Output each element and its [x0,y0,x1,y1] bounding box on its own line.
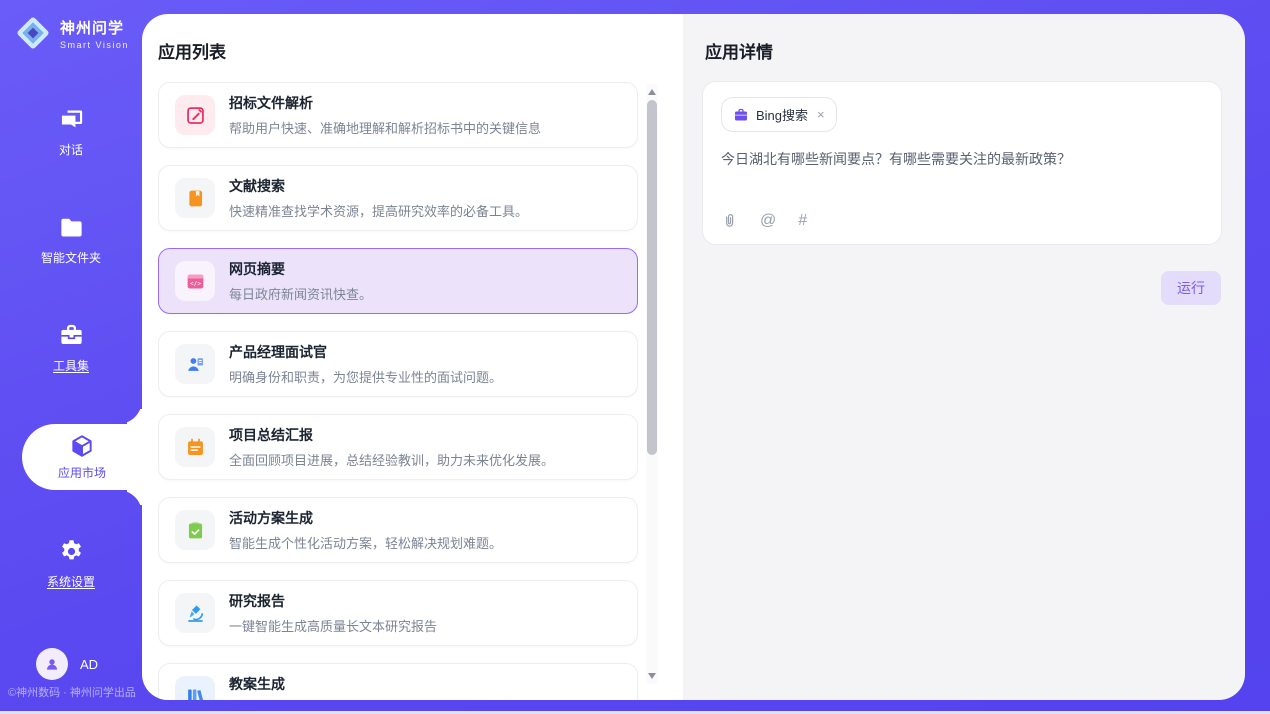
books-icon [185,686,206,701]
gear-icon [58,538,85,565]
input-toolbar: @ # [721,212,1203,229]
app-card[interactable]: 活动方案生成 智能生成个性化活动方案，轻松解决规划难题。 [158,497,638,563]
sidebar-item-chat[interactable]: 对话 [0,106,142,158]
app-card[interactable]: 产品经理面试官 明确身份和职责，为您提供专业性的面试问题。 [158,331,638,397]
app-card-description: 快速精准查找学术资源，提高研究效率的必备工具。 [229,201,528,220]
app-icon-tile [175,95,215,135]
app-card[interactable]: 招标文件解析 帮助用户快速、准确地理解和解析招标书中的关键信息 [158,82,638,148]
app-list: 招标文件解析 帮助用户快速、准确地理解和解析招标书中的关键信息 文献搜索 快速精… [158,82,638,700]
app-card-selected[interactable]: </> 网页摘要 每日政府新闻资讯快查。 [158,248,638,314]
book-icon [185,188,206,209]
app-icon-tile [175,427,215,467]
app-list-scrollbar[interactable] [646,84,658,684]
brand-subtitle: Smart Vision [60,40,129,50]
sidebar-item-label: 工具集 [53,357,89,374]
app-card[interactable]: 教案生成 模板驱动，教案秒成，教学准备从此轻松快捷 [158,663,638,700]
content-area: 应用列表 招标文件解析 帮助用户快速、准确地理解和解析招标书中的关键信息 文献搜… [142,14,1245,700]
app-icon-tile [175,510,215,550]
scroll-down-arrow-icon[interactable] [648,673,656,679]
paperclip-icon[interactable] [721,212,738,229]
copyright-footer: ©神州数码 · 神州问学出品 [8,684,136,700]
sidebar-item-label: 对话 [59,141,83,158]
app-card-description: 一键智能生成高质量长文本研究报告 [229,616,437,635]
app-detail-panel: 应用详情 Bing搜索 × 今日湖北有哪些新闻要点？有哪些需要关注的最新政策？ … [683,14,1245,700]
app-card-title: 活动方案生成 [229,508,502,528]
app-card-title: 教案生成 [229,674,489,694]
chat-icon [58,106,85,133]
app-icon-tile [175,178,215,218]
app-list-panel: 应用列表 招标文件解析 帮助用户快速、准确地理解和解析招标书中的关键信息 文献搜… [142,14,683,700]
prompt-card: Bing搜索 × 今日湖北有哪些新闻要点？有哪些需要关注的最新政策？ @ # [702,81,1222,245]
hash-icon[interactable]: # [798,213,807,229]
sidebar: 神州问学 Smart Vision 对话 智能文件夹 工具集 应用市场 系统设置… [0,0,142,711]
cube-icon [69,433,95,459]
sidebar-item-settings[interactable]: 系统设置 [0,538,142,590]
app-card-description: 明确身份和职责，为您提供专业性的面试问题。 [229,367,502,386]
svg-text:</>: </> [189,280,201,287]
prompt-input[interactable]: 今日湖北有哪些新闻要点？有哪些需要关注的最新政策？ [721,149,1203,170]
app-card-description: 模板驱动，教案秒成，教学准备从此轻松快捷 [229,699,489,700]
app-card[interactable]: 项目总结汇报 全面回顾项目进展，总结经验教训，助力未来优化发展。 [158,414,638,480]
sidebar-item-market-active[interactable]: 应用市场 [22,424,142,490]
tool-chip-bing-search[interactable]: Bing搜索 × [721,97,837,132]
person-doc-icon [185,354,206,375]
app-list-title: 应用列表 [158,38,226,63]
app-background: 神州问学 Smart Vision 对话 智能文件夹 工具集 应用市场 系统设置… [0,0,1270,714]
briefcase-icon [733,107,749,123]
scroll-up-arrow-icon[interactable] [648,89,656,95]
tool-chip-label: Bing搜索 [756,105,808,124]
sidebar-item-label: 智能文件夹 [41,249,101,266]
brand: 神州问学 Smart Vision [14,14,129,52]
app-card-description: 帮助用户快速、准确地理解和解析招标书中的关键信息 [229,118,541,137]
app-card-description: 全面回顾项目进展，总结经验教训，助力未来优化发展。 [229,450,554,469]
app-card-description: 每日政府新闻资讯快查。 [229,284,372,303]
clipboard-check-icon [185,520,206,541]
app-icon-tile [175,344,215,384]
app-card[interactable]: 研究报告 一键智能生成高质量长文本研究报告 [158,580,638,646]
microscope-icon [185,603,206,624]
sidebar-item-label: 系统设置 [47,573,95,590]
app-detail-title: 应用详情 [705,38,773,63]
brand-logo-diamond-icon [14,14,52,52]
app-card[interactable]: 文献搜索 快速精准查找学术资源，提高研究效率的必备工具。 [158,165,638,231]
user-account[interactable]: AD [36,648,98,680]
close-icon[interactable]: × [817,108,825,121]
app-card-title: 项目总结汇报 [229,425,554,445]
sidebar-item-folders[interactable]: 智能文件夹 [0,214,142,266]
user-label: AD [80,657,98,672]
avatar [36,648,68,680]
pen-square-icon [185,105,206,126]
sidebar-item-label: 应用市场 [58,464,106,481]
run-button[interactable]: 运行 [1161,271,1221,305]
sidebar-item-tools[interactable]: 工具集 [0,322,142,374]
app-icon-tile: </> [175,261,215,301]
toolbox-icon [58,322,85,349]
app-icon-tile [175,676,215,700]
folder-icon [58,214,85,241]
app-card-description: 智能生成个性化活动方案，轻松解决规划难题。 [229,533,502,552]
app-card-title: 招标文件解析 [229,93,541,113]
app-card-title: 研究报告 [229,591,437,611]
at-icon[interactable]: @ [760,213,776,229]
user-icon [43,655,61,673]
app-card-title: 文献搜索 [229,176,528,196]
app-card-title: 网页摘要 [229,259,372,279]
calendar-icon [185,437,206,458]
scrollbar-thumb[interactable] [647,100,657,455]
brand-title: 神州问学 [60,17,129,38]
app-icon-tile [175,593,215,633]
browser-code-icon: </> [185,271,206,292]
app-card-title: 产品经理面试官 [229,342,502,362]
